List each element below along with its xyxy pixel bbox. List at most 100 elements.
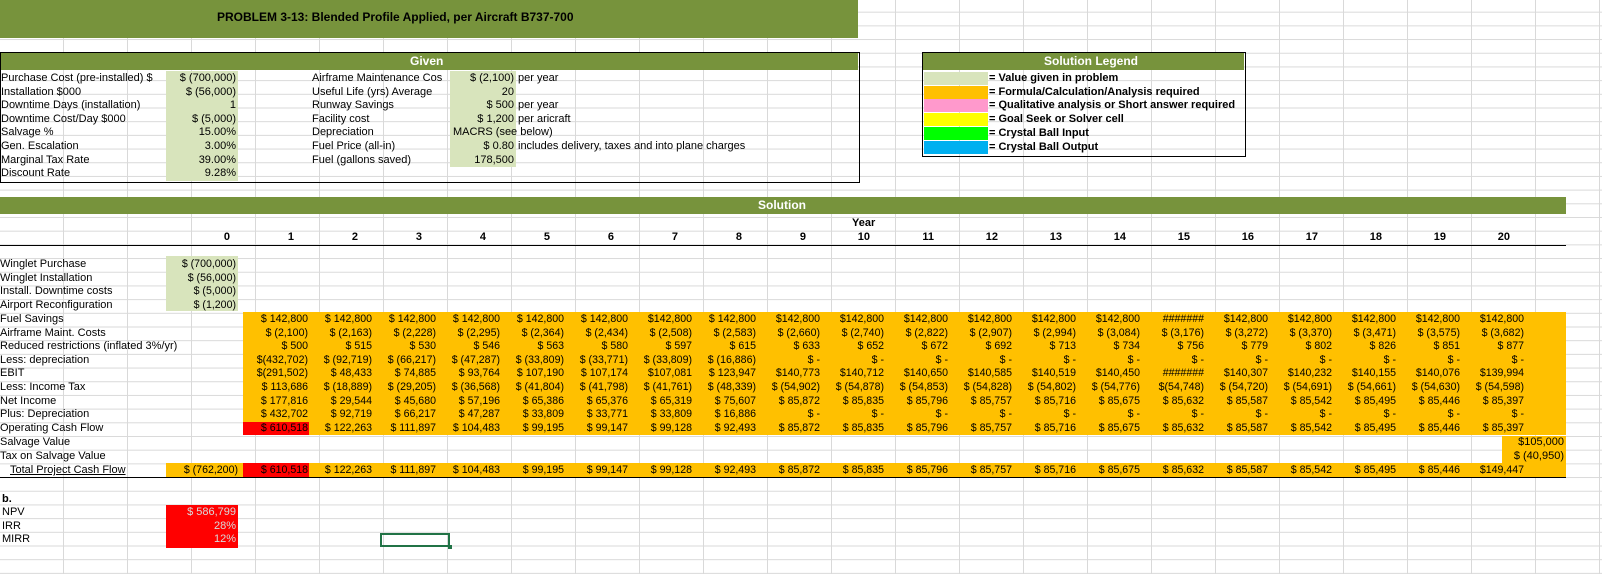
selected-cell[interactable] [380, 533, 450, 547]
value-cell: $ 99,147 [586, 421, 628, 434]
value-cell: $(291,502) [256, 367, 308, 380]
year-header-cell: 8 [735, 231, 742, 243]
value-cell: $ - [1127, 408, 1140, 421]
value-cell: $142,800 [1287, 313, 1332, 325]
given-value: 15.00% [198, 126, 236, 139]
year0-value: $ (700,000) [181, 258, 236, 270]
row-values: $(432,702) $ (92,719) $ (66,217) $ (47,287)… [246, 354, 1566, 368]
value-cell: $ 99,128 [650, 421, 692, 434]
value-cell: $ 104,483 [452, 421, 500, 434]
value-cell: $ (2,364) [521, 326, 564, 339]
given-label: Airframe Maintenance Cos [312, 72, 443, 84]
year-header-cell: 11 [922, 231, 934, 243]
value-cell: $ 85,757 [970, 464, 1012, 476]
value-cell: $ 85,446 [1418, 421, 1460, 434]
value-cell: $ 85,872 [778, 464, 820, 476]
given-label: Gen. Escalation [1, 140, 79, 152]
value-cell: $(432,702) [256, 353, 308, 366]
value-cell: $142,800 [775, 313, 820, 325]
value-cell: $ 111,897 [390, 421, 436, 434]
given-note: per year [518, 72, 559, 84]
legend-swatch [924, 72, 988, 85]
value-cell: $ - [1191, 353, 1204, 366]
value-cell: $ 615 [729, 340, 756, 353]
value-cell: $ 85,835 [842, 464, 884, 476]
given-value: 9.28% [204, 167, 236, 180]
salvage-value: $105,000 [1518, 436, 1564, 448]
value-cell: $140,155 [1351, 367, 1396, 380]
legend-header: Solution Legend [1044, 54, 1138, 68]
given-value: $ (56,000) [185, 85, 236, 98]
value-cell: $ 65,319 [650, 394, 692, 407]
given-value: 20 [501, 85, 514, 98]
given-value: 3.00% [204, 140, 236, 152]
year0-value: $ (1,200) [193, 298, 236, 311]
value-cell: $ 85,495 [1354, 421, 1396, 434]
given-value: 39.00% [198, 153, 236, 166]
value-cell: $ 142,800 [580, 313, 628, 325]
row-label: Less: depreciation [0, 353, 90, 366]
year-header-cell: 12 [985, 231, 998, 243]
value-cell: $ 713 [1049, 340, 1076, 353]
value-cell: $ 734 [1113, 340, 1140, 353]
value-cell: $ 85,675 [1098, 421, 1140, 434]
row-label: Less: Income Tax [0, 381, 86, 393]
value-cell: $140,712 [839, 367, 884, 380]
value-cell: $ (2,163) [329, 326, 372, 339]
value-cell: $ 142,800 [260, 313, 308, 325]
value-cell: $ (33,809) [515, 353, 564, 366]
value-cell: $ (54,776) [1091, 381, 1140, 393]
part-b-label: b. [2, 493, 12, 505]
value-cell: ####### [1162, 313, 1204, 325]
solution-header: Solution [758, 198, 806, 212]
value-cell: $ (2,583) [713, 326, 756, 339]
row-label: EBIT [0, 367, 25, 380]
value-cell: $ 92,493 [714, 421, 756, 434]
row-values: $ 610,518 $ 122,263 $ 111,897 $ 104,483 $ 99… [246, 422, 1566, 436]
value-cell: $ - [1063, 353, 1076, 366]
value-cell: $ - [1255, 408, 1268, 421]
legend-text: = Crystal Ball Output [989, 140, 1099, 153]
given-label: Runway Savings [312, 99, 394, 112]
legend-text: = Crystal Ball Input [989, 126, 1089, 139]
value-cell: $142,800 [1095, 313, 1140, 325]
given-note: per aricraft [518, 112, 571, 125]
legend-text: = Value given in problem [989, 72, 1119, 84]
value-cell: $ - [871, 408, 884, 421]
value-cell: $ 65,386 [522, 394, 564, 407]
fill-handle[interactable] [448, 545, 452, 549]
year-row-underline [0, 245, 1566, 246]
value-cell: $ 99,128 [650, 464, 692, 476]
value-cell: $140,650 [903, 367, 948, 380]
value-cell: $ (2,907) [969, 326, 1012, 339]
value-cell: $ (47,287) [451, 353, 500, 366]
value-cell: $ 142,800 [516, 313, 564, 325]
value-cell: $ 851 [1433, 340, 1460, 353]
value-cell: $ 85,587 [1226, 464, 1268, 476]
value-cell: $ 104,483 [452, 464, 500, 476]
value-cell: $140,450 [1095, 367, 1140, 380]
value-cell: $142,800 [1351, 313, 1396, 325]
value-cell: $ 580 [601, 340, 628, 353]
value-cell: $ - [1447, 353, 1460, 366]
part-b-row-label: IRR [2, 519, 21, 532]
value-cell: $ (54,828) [963, 381, 1012, 393]
value-cell: $ (3,084) [1097, 326, 1140, 339]
value-cell: $142,800 [1223, 313, 1268, 325]
row-label: Airframe Maint. Costs [0, 326, 106, 339]
value-cell: $ 85,632 [1162, 421, 1204, 434]
year-header-cell: 1 [287, 231, 294, 243]
value-cell: $149,447 [1479, 464, 1524, 476]
value-cell: $ - [1383, 353, 1396, 366]
given-label: Fuel (gallons saved) [312, 153, 412, 166]
legend-swatch [924, 140, 988, 154]
value-cell: $ - [1255, 353, 1268, 366]
value-cell: $ 85,757 [970, 421, 1012, 434]
value-cell: $ 85,397 [1482, 394, 1524, 407]
value-cell: $ 85,796 [906, 464, 948, 476]
row-label: Net Income [0, 394, 57, 407]
value-cell: $ (2,228) [393, 326, 436, 339]
value-cell: $ 85,587 [1226, 394, 1268, 407]
value-cell: $ 85,446 [1418, 394, 1460, 407]
value-cell: ####### [1162, 367, 1204, 380]
